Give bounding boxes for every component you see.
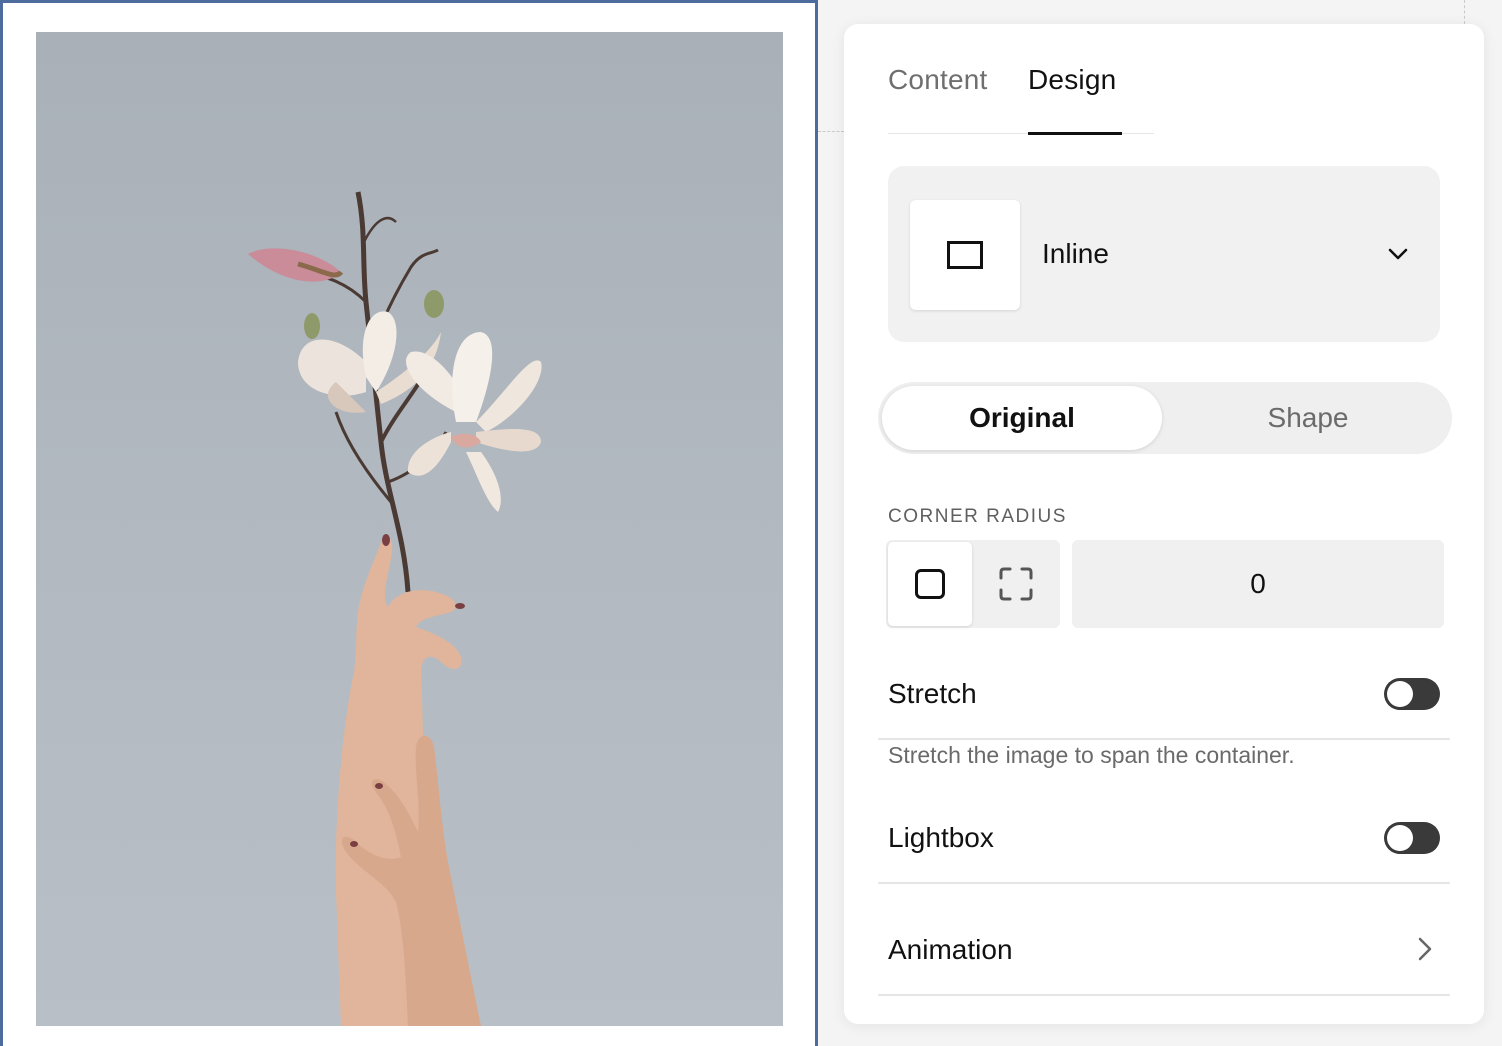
active-tab-indicator (1028, 132, 1122, 135)
crop-mode-segmented-control: Original Shape (878, 382, 1452, 454)
divider (878, 738, 1450, 740)
alignment-guide (1464, 0, 1465, 24)
layout-dropdown[interactable]: Inline (888, 166, 1440, 342)
magnolia-illustration (248, 191, 542, 1026)
segment-shape[interactable]: Shape (1168, 386, 1448, 450)
stretch-help-text: Stretch the image to span the container. (888, 742, 1295, 768)
panel-tabs: Content Design (888, 58, 1154, 135)
animation-row[interactable]: Animation (888, 934, 1013, 966)
layout-selected-label: Inline (1042, 238, 1109, 269)
chevron-right-icon[interactable] (1414, 936, 1436, 962)
all-corners-icon (915, 569, 945, 599)
lightbox-toggle[interactable] (1384, 822, 1440, 854)
corner-radius-label: CORNER RADIUS (888, 506, 1067, 527)
layout-thumbnail (910, 200, 1020, 310)
tab-design[interactable]: Design (1028, 64, 1116, 96)
individual-corners-button[interactable] (974, 542, 1058, 626)
image-design-panel: Content Design Inline Original Shape COR… (844, 24, 1484, 1024)
segment-original[interactable]: Original (882, 386, 1162, 450)
individual-corners-icon (999, 567, 1033, 601)
lightbox-label: Lightbox (888, 822, 994, 853)
all-corners-button[interactable] (888, 542, 972, 626)
divider (878, 994, 1450, 996)
stretch-toggle[interactable] (1384, 678, 1440, 710)
stretch-label: Stretch (888, 678, 977, 709)
tab-content[interactable]: Content (888, 64, 987, 96)
editor-stage: Content Design Inline Original Shape COR… (0, 0, 1502, 1046)
corner-radius-mode-toggle (886, 540, 1060, 628)
corner-radius-input[interactable]: 0 (1072, 540, 1444, 628)
chevron-down-icon (1388, 248, 1408, 260)
selected-image-block[interactable] (0, 0, 818, 1046)
divider (878, 882, 1450, 884)
alignment-guide (818, 131, 844, 132)
toggle-knob (1387, 681, 1413, 707)
inline-layout-icon (947, 241, 983, 269)
toggle-knob (1387, 825, 1413, 851)
magnolia-photo[interactable] (36, 32, 783, 1026)
